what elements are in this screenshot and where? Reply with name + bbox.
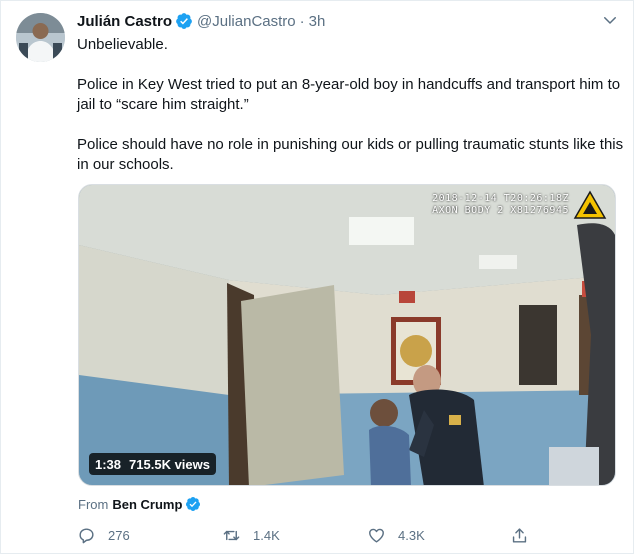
avatar[interactable] [16, 13, 65, 62]
video-duration: 1:38 [95, 456, 122, 472]
overlay-device: AXON BODY 2 X81276945 [432, 205, 569, 216]
author-name[interactable]: Julián Castro [77, 13, 172, 30]
source-prefix: From [78, 496, 109, 512]
tweet-card[interactable]: Julián Castro @JulianCastro · 3h Unbelie… [0, 0, 634, 554]
share-icon [512, 527, 527, 543]
video-stats-pill: 1:38 715.5K views [89, 453, 216, 475]
retweet-count: 1.4K [253, 527, 280, 543]
reply-count: 276 [108, 527, 130, 543]
share-button[interactable] [510, 523, 541, 547]
retweet-icon [223, 530, 240, 540]
like-count: 4.3K [398, 527, 425, 543]
axon-logo-icon [573, 190, 607, 219]
like-icon [369, 528, 384, 543]
tweet-actions: 276 1.4K 4.3K [1, 523, 634, 547]
reply-button[interactable]: 276 [77, 523, 130, 547]
tweet-header: Julián Castro @JulianCastro · 3h [77, 11, 325, 31]
verified-badge-icon [176, 13, 192, 29]
media-source: From Ben Crump [78, 495, 205, 513]
overlay-timestamp: 2018-12-14 T20:26:18Z [432, 193, 569, 204]
verified-badge-icon [186, 497, 201, 511]
chevron-down-icon[interactable] [601, 11, 619, 29]
bodycam-overlay: 2018-12-14 T20:26:18Z AXON BODY 2 X81276… [432, 193, 569, 217]
tweet-paragraph: Police in Key West tried to put an 8-yea… [77, 76, 621, 113]
tweet-paragraph: Police should have no role in punishing … [77, 136, 624, 173]
tweet-text: Unbelievable. Police in Key West tried t… [77, 35, 625, 175]
video-player[interactable]: 2018-12-14 T20:26:18Z AXON BODY 2 X81276… [78, 184, 616, 486]
reply-icon [79, 527, 94, 543]
author-handle[interactable]: @JulianCastro [197, 13, 296, 30]
video-frame [79, 185, 615, 485]
video-views: 715.5K views [129, 456, 210, 472]
tweet-paragraph: Unbelievable. [77, 36, 168, 53]
like-button[interactable]: 4.3K [367, 523, 425, 547]
separator-dot: · [299, 12, 305, 30]
source-name[interactable]: Ben Crump [112, 497, 182, 512]
retweet-button[interactable]: 1.4K [222, 523, 280, 547]
timestamp[interactable]: 3h [309, 13, 326, 30]
